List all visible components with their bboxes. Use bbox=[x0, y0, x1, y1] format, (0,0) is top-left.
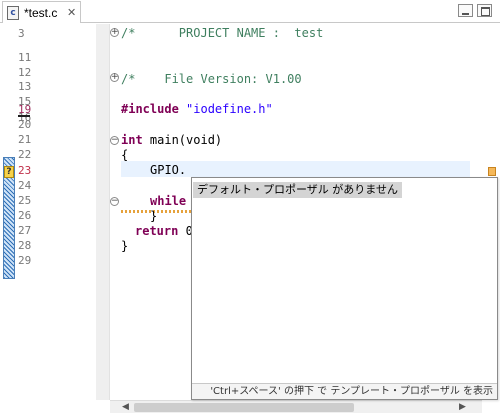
line-number: 13 bbox=[18, 80, 32, 93]
code-text: GPIO. bbox=[150, 163, 187, 177]
code-text: { bbox=[121, 148, 129, 162]
c-source-file-icon: c bbox=[7, 6, 19, 20]
content-assist-popup: デフォルト・プロポーザル がありません 'Ctrl+スペース' の押下 で テン… bbox=[191, 177, 498, 400]
comment-text: /* bbox=[121, 72, 136, 86]
code-text: main(void) bbox=[142, 133, 223, 147]
code-line: int main(void) bbox=[121, 133, 222, 148]
code-text: } bbox=[150, 209, 158, 223]
line-number: 11 bbox=[18, 51, 32, 64]
annotation-ruler: ? bbox=[0, 24, 16, 400]
line-number-gutter: 3 11 12 13 15 16 19 20 21 22 23 24 25 26… bbox=[16, 24, 96, 400]
maximize-button[interactable] bbox=[477, 4, 492, 17]
warning-marker[interactable] bbox=[488, 167, 496, 176]
line-number: 28 bbox=[18, 239, 32, 252]
code-line: while bbox=[150, 194, 193, 209]
question-mark-icon[interactable]: ? bbox=[4, 166, 14, 178]
code-line: { bbox=[121, 148, 128, 163]
horizontal-scrollbar[interactable]: ◀ ▶ bbox=[110, 400, 482, 413]
tab-title: *test.c bbox=[24, 6, 58, 20]
line-number: 22 bbox=[18, 148, 32, 161]
code-line: GPIO. bbox=[150, 163, 186, 178]
scroll-left-icon[interactable]: ◀ bbox=[122, 402, 129, 412]
collapse-fold-icon[interactable]: − bbox=[110, 197, 119, 206]
scroll-thumb[interactable] bbox=[134, 403, 354, 412]
line-number: 12 bbox=[18, 66, 32, 79]
editor-tab-bar: c *test.c ✕ bbox=[0, 0, 500, 23]
string-literal: "iodefine.h" bbox=[178, 102, 273, 116]
comment-text: File Version: V1.00 bbox=[135, 72, 302, 86]
line-number: 21 bbox=[18, 133, 32, 146]
code-line: #include "iodefine.h" bbox=[121, 102, 273, 117]
keyword: return bbox=[135, 224, 179, 238]
editor-tab-test-c[interactable]: c *test.c ✕ bbox=[2, 1, 81, 23]
preprocessor-keyword: #include bbox=[121, 102, 179, 116]
line-number: 23 bbox=[18, 164, 32, 177]
code-text: } bbox=[121, 239, 129, 253]
line-number: 25 bbox=[18, 194, 32, 207]
code-line: } bbox=[121, 239, 128, 254]
line-number: 20 bbox=[18, 118, 32, 131]
collapse-fold-icon[interactable]: − bbox=[110, 136, 119, 145]
expand-fold-icon[interactable]: + bbox=[110, 73, 119, 82]
comment-text: /* bbox=[121, 26, 136, 40]
proposal-item[interactable]: デフォルト・プロポーザル がありません bbox=[193, 182, 402, 198]
line-number: 24 bbox=[18, 179, 32, 192]
keyword: while bbox=[150, 194, 187, 208]
scroll-right-icon[interactable]: ▶ bbox=[459, 402, 466, 412]
line-number: 26 bbox=[18, 209, 32, 222]
expand-fold-icon[interactable]: + bbox=[110, 28, 119, 37]
line-number: 19 bbox=[18, 103, 32, 117]
code-line: } bbox=[150, 209, 157, 224]
keyword: int bbox=[121, 133, 143, 147]
minimize-button[interactable] bbox=[458, 4, 473, 17]
line-number: 29 bbox=[18, 254, 32, 267]
folding-gutter bbox=[96, 24, 110, 400]
popup-status-bar: 'Ctrl+スペース' の押下 で テンプレート・プロポーザル を表示 bbox=[192, 383, 497, 399]
comment-text: PROJECT NAME : test bbox=[135, 26, 324, 40]
line-number: 27 bbox=[18, 224, 32, 237]
close-icon[interactable]: ✕ bbox=[67, 6, 76, 19]
code-line: return 0 bbox=[135, 224, 193, 239]
code-line: /* File Version: V1.00 bbox=[121, 72, 302, 87]
code-line: /* PROJECT NAME : test bbox=[121, 26, 323, 41]
line-number: 3 bbox=[18, 27, 25, 40]
